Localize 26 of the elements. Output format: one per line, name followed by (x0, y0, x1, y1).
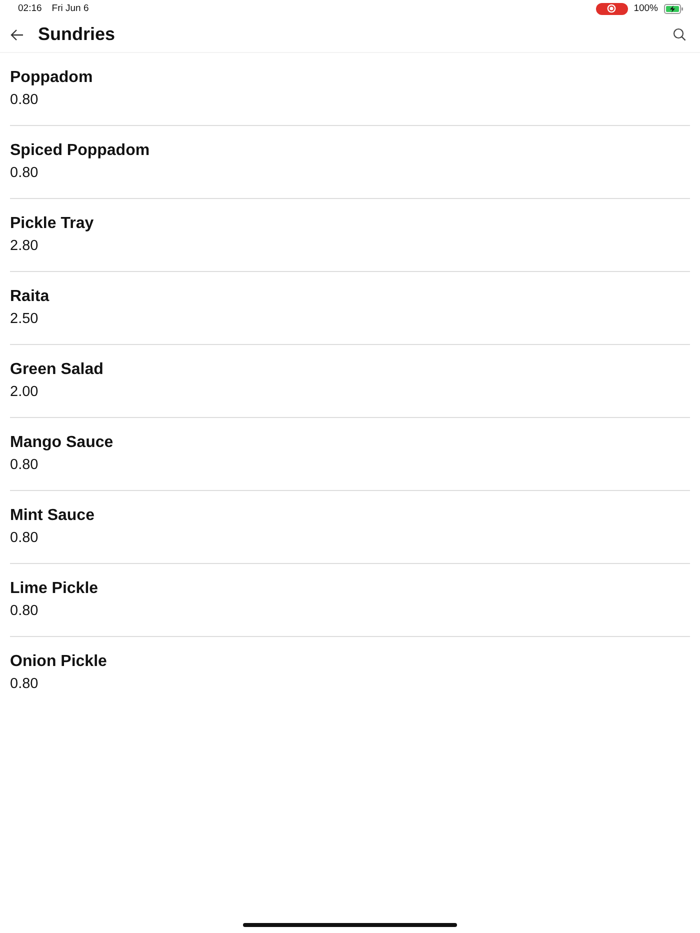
item-price: 2.80 (10, 238, 40, 254)
item-name[interactable]: Spiced Poppadom (10, 142, 690, 160)
item-name[interactable]: Onion Pickle (10, 653, 690, 671)
recording-indicator (596, 2, 628, 14)
item-name[interactable]: Pickle Tray (10, 215, 690, 233)
item-price: 2.50 (10, 311, 40, 327)
item-price: 0.80 (10, 676, 40, 692)
status-time: 02:16 (18, 3, 42, 14)
item-name[interactable]: Green Salad (10, 361, 690, 379)
item-name[interactable]: Mint Sauce (10, 507, 690, 525)
item-price: 0.80 (10, 92, 40, 108)
item-name[interactable]: Mango Sauce (10, 434, 690, 452)
item-price: 0.80 (10, 530, 40, 546)
status-date: Fri Jun 6 (52, 3, 89, 14)
item-name[interactable]: Raita (10, 288, 690, 306)
item-name[interactable]: Poppadom (10, 69, 690, 87)
back-arrow-icon[interactable] (10, 28, 24, 40)
battery-charging-icon (664, 4, 684, 14)
search-icon[interactable] (673, 28, 686, 41)
page-title: Sundries (38, 24, 116, 45)
item-price: 0.80 (10, 165, 40, 181)
item-price: 2.00 (10, 384, 40, 400)
item-price: 0.80 (10, 457, 40, 473)
item-price: 0.80 (10, 603, 40, 619)
battery-percent: 100% (634, 3, 658, 14)
item-name[interactable]: Lime Pickle (10, 580, 690, 598)
